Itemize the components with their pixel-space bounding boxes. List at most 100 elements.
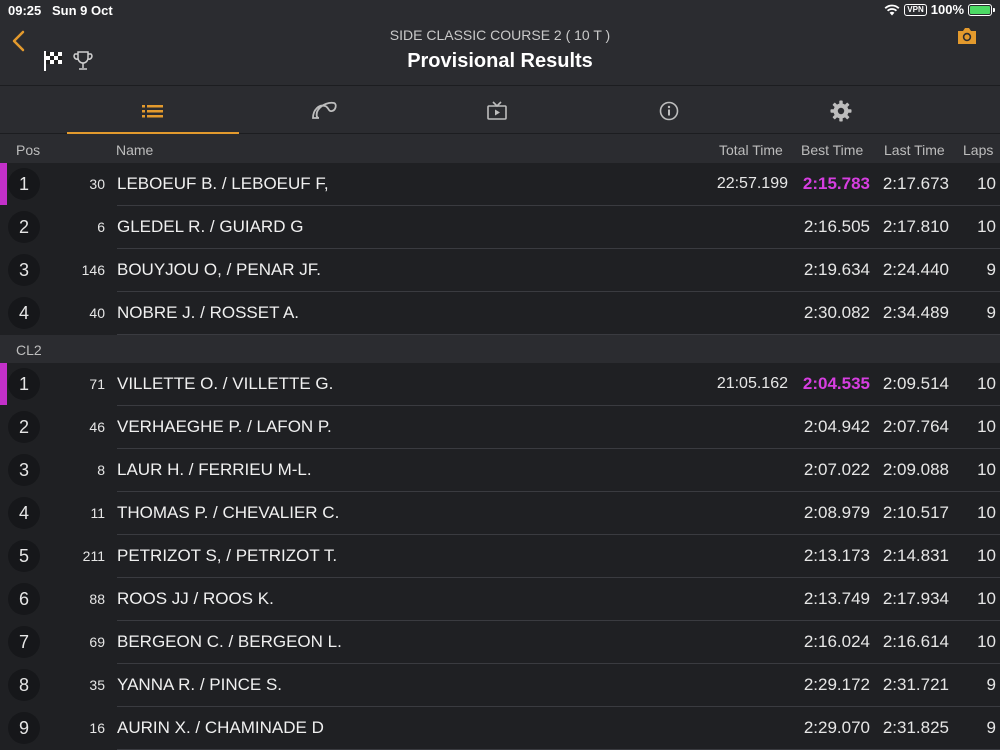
- car-number: 8: [97, 462, 105, 478]
- driver-names: BOUYJOU O, / PENAR JF.: [117, 260, 322, 279]
- list-icon: [142, 104, 163, 117]
- position-badge: 1: [8, 368, 40, 400]
- driver-names: VILLETTE O. / VILLETTE G.: [117, 374, 334, 393]
- table-row[interactable]: 4 40 NOBRE J. / ROSSET A. 2:30.082 2:34.489 9: [0, 292, 1000, 335]
- position-badge: 4: [8, 497, 40, 529]
- last-time: 2:07.764: [882, 417, 949, 436]
- table-row[interactable]: 7 69 BERGEON C. / BERGEON L. 2:16.024 2:16.6…: [0, 621, 1000, 664]
- tv-icon: [487, 100, 507, 120]
- best-time: 2:19.634: [803, 260, 870, 279]
- best-time: 2:07.022: [803, 460, 870, 479]
- laps-count: 9: [986, 718, 996, 737]
- last-time: 2:09.514: [882, 374, 949, 393]
- info-icon: [659, 101, 679, 120]
- position-badge: 1: [8, 168, 40, 200]
- laps-count: 10: [977, 174, 996, 193]
- laps-count: 10: [977, 217, 996, 236]
- col-pos: Pos: [16, 142, 41, 158]
- status-time: 09:25: [8, 3, 42, 18]
- status-date: Sun 9 Oct: [52, 3, 113, 18]
- car-number: 40: [89, 305, 105, 321]
- laps-count: 9: [986, 303, 996, 322]
- tab-info[interactable]: [583, 87, 755, 134]
- position-badge: 8: [8, 669, 40, 701]
- table-row[interactable]: 5 211 PETRIZOT S, / PETRIZOT T. 2:13.173 2:1…: [0, 535, 1000, 578]
- header: SIDE CLASSIC COURSE 2 ( 10 T ) Provision…: [0, 20, 1000, 86]
- position-badge: 2: [8, 211, 40, 243]
- table-row[interactable]: 3 8 LAUR H. / FERRIEU M-L. 2:07.022 2:09.088…: [0, 449, 1000, 492]
- car-number: 69: [89, 634, 105, 650]
- wifi-icon: [884, 4, 900, 15]
- laps-count: 10: [977, 374, 996, 393]
- best-time: 2:04.535: [802, 374, 870, 393]
- last-time: 2:17.934: [882, 589, 949, 608]
- table-row[interactable]: 2 6 GLEDEL R. / GUIARD G 2:16.505 2:17.810 10: [0, 206, 1000, 249]
- driver-names: YANNA R. / PINCE S.: [117, 675, 283, 694]
- tab-track[interactable]: [239, 87, 411, 134]
- total-time: 21:05.162: [716, 375, 788, 392]
- car-number: 6: [97, 219, 105, 235]
- last-time: 2:16.614: [882, 632, 949, 651]
- driver-names: GLEDEL R. / GUIARD G: [117, 217, 304, 236]
- best-time: 2:13.749: [803, 589, 870, 608]
- laps-count: 10: [977, 417, 996, 436]
- last-time: 2:31.721: [882, 675, 949, 694]
- driver-names: THOMAS P. / CHEVALIER C.: [117, 503, 340, 522]
- laps-count: 9: [986, 675, 996, 694]
- battery-percent: 100%: [930, 2, 964, 17]
- position-badge: 3: [8, 254, 40, 286]
- tab-settings[interactable]: [755, 87, 927, 134]
- column-header: Pos Name Total Time Best Time Last Time …: [0, 135, 1000, 163]
- car-number: 88: [89, 591, 105, 607]
- driver-names: VERHAEGHE P. / LAFON P.: [117, 417, 332, 436]
- table-row[interactable]: 4 11 THOMAS P. / CHEVALIER C. 2:08.979 2:10.…: [0, 492, 1000, 535]
- class-label: CL2: [16, 342, 42, 358]
- driver-names: AURIN X. / CHAMINADE D: [117, 718, 324, 737]
- car-number: 30: [89, 176, 105, 192]
- status-indicators: VPN 100%: [884, 2, 995, 17]
- race-subtitle: SIDE CLASSIC COURSE 2 ( 10 T ): [389, 27, 611, 43]
- best-time: 2:30.082: [803, 303, 870, 322]
- best-time: 2:29.070: [803, 718, 870, 737]
- best-time: 2:08.979: [803, 503, 870, 522]
- best-time: 2:16.505: [803, 217, 870, 236]
- last-time: 2:34.489: [882, 303, 949, 322]
- laps-count: 10: [977, 460, 996, 479]
- table-row[interactable]: 2 46 VERHAEGHE P. / LAFON P. 2:04.942 2:07.7…: [0, 406, 1000, 449]
- last-time: 2:17.673: [882, 174, 949, 193]
- tab-list[interactable]: [67, 87, 239, 134]
- battery-fill: [970, 5, 990, 14]
- camera-icon[interactable]: [956, 26, 978, 46]
- battery-icon: [968, 3, 995, 16]
- position-badge: 7: [8, 626, 40, 658]
- table-row[interactable]: 1 30 LEBOEUF B. / LEBOEUF F, 22:57.199 2:15.…: [0, 163, 1000, 206]
- col-laps: Laps: [963, 142, 994, 158]
- driver-names: ROOS JJ / ROOS K.: [117, 589, 274, 608]
- leader-indicator: [0, 363, 7, 405]
- table-row[interactable]: 3 146 BOUYJOU O, / PENAR JF. 2:19.634 2:24.4…: [0, 249, 1000, 292]
- tab-tv[interactable]: [411, 87, 583, 134]
- driver-names: BERGEON C. / BERGEON L.: [117, 632, 342, 651]
- table-row[interactable]: 1 71 VILLETTE O. / VILLETTE G. 21:05.162 2:0…: [0, 363, 1000, 406]
- results-list: 1 30 LEBOEUF B. / LEBOEUF F, 22:57.199 2:15.…: [0, 163, 1000, 750]
- last-time: 2:24.440: [882, 260, 949, 279]
- last-time: 2:10.517: [882, 503, 949, 522]
- table-row[interactable]: 6 88 ROOS JJ / ROOS K. 2:13.749 2:17.934 10: [0, 578, 1000, 621]
- position-badge: 4: [8, 297, 40, 329]
- col-name: Name: [116, 142, 154, 158]
- leader-indicator: [0, 163, 7, 205]
- laps-count: 10: [977, 503, 996, 522]
- position-badge: 3: [8, 454, 40, 486]
- table-row[interactable]: 9 16 AURIN X. / CHAMINADE D 2:29.070 2:31.82…: [0, 707, 1000, 750]
- last-time: 2:17.810: [882, 217, 949, 236]
- col-total-time: Total Time: [719, 142, 783, 158]
- tab-bar: [0, 87, 1000, 134]
- table-row[interactable]: 8 35 YANNA R. / PINCE S. 2:29.172 2:31.721 9: [0, 664, 1000, 707]
- col-last-time: Last Time: [884, 142, 945, 158]
- best-time: 2:29.172: [803, 675, 870, 694]
- gear-icon: [830, 100, 852, 121]
- last-time: 2:31.825: [882, 718, 949, 737]
- position-badge: 2: [8, 411, 40, 443]
- laps-count: 10: [977, 546, 996, 565]
- best-time: 2:15.783: [802, 174, 870, 193]
